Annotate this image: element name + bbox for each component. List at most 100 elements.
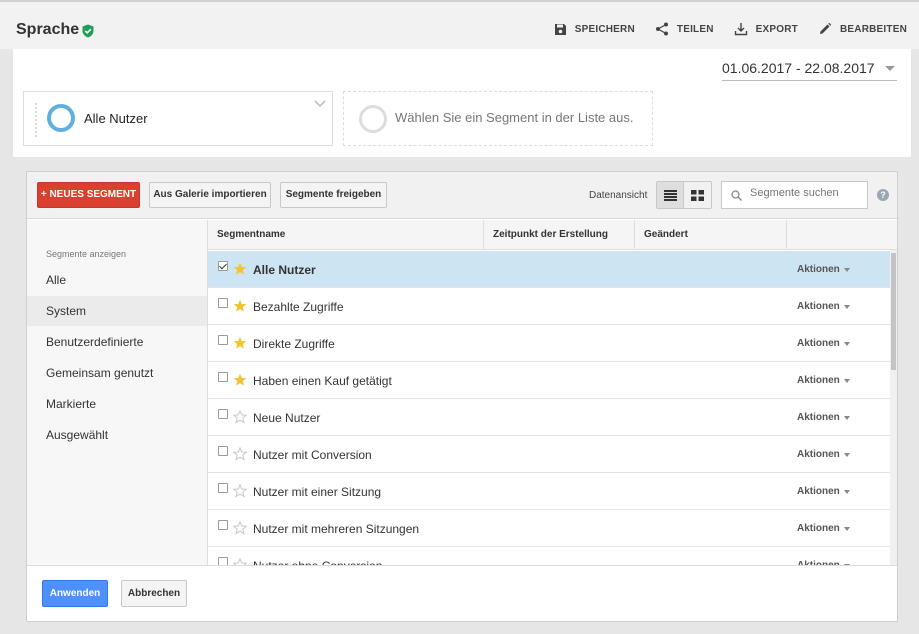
share-segments-button[interactable]: Segmente freigeben [280,182,387,208]
row-actions-menu[interactable]: Aktionen [797,338,840,349]
table-row[interactable]: Nutzer mit mehreren Sitzungen Aktionen [208,510,890,547]
import-gallery-button[interactable]: Aus Galerie importieren [149,182,271,208]
column-header-geaendert[interactable]: Geändert [635,220,787,250]
row-checkbox[interactable] [218,335,228,345]
export-icon [734,23,747,36]
segment-search-input[interactable] [748,186,863,200]
row-checkbox[interactable] [218,298,228,308]
export-label: EXPORT [755,23,798,35]
view-toggle [656,181,712,209]
column-header-erstellung[interactable]: Zeitpunkt der Erstellung [484,220,635,250]
date-range-text: 01.06.2017 - 22.08.2017 [722,60,875,76]
segment-name: Haben einen Kauf getätigt [253,374,392,388]
sidebar-item-system[interactable]: System [27,296,207,326]
date-range-selector[interactable]: 01.06.2017 - 22.08.2017 [722,60,897,81]
table-row[interactable]: Nutzer ohne ConversionAktionen [208,547,890,565]
verified-shield-icon [82,24,94,38]
segment-filter-sidebar: Segmente anzeigen Alle System Benutzerde… [27,220,208,565]
caret-down-icon[interactable] [844,379,850,383]
caret-down-icon[interactable] [844,305,850,309]
caret-down-icon[interactable] [844,453,850,457]
sidebar-item-ausgewaehlt[interactable]: Ausgewählt [27,420,207,450]
new-segment-button[interactable]: + NEUES SEGMENT [37,182,140,208]
row-actions-menu[interactable]: Aktionen [797,486,840,497]
save-button[interactable]: SPEICHERN [554,23,635,36]
row-checkbox[interactable] [218,372,228,382]
row-actions-menu[interactable]: Aktionen [797,375,840,386]
search-icon [731,190,742,201]
table-row[interactable]: Neue Nutzer Aktionen [208,399,890,436]
star-outline-icon[interactable] [233,484,247,498]
table-row[interactable]: Direkte Zugriffe Aktionen [208,325,890,362]
star-outline-icon[interactable] [233,558,247,565]
row-actions-menu[interactable]: Aktionen [797,523,840,534]
export-button[interactable]: EXPORT [734,22,798,36]
star-filled-icon[interactable] [233,373,247,387]
drag-handle-icon[interactable] [34,102,38,138]
caret-down-icon[interactable] [844,490,850,494]
edit-button[interactable]: BEARBEITEN [818,22,907,36]
row-checkbox[interactable] [218,446,228,456]
segment-picker-panel: + NEUES SEGMENT Aus Galerie importieren … [26,171,898,622]
star-outline-icon[interactable] [233,521,247,535]
save-icon [554,23,566,35]
active-segment-card[interactable]: Alle Nutzer [23,91,333,146]
dropdown-arrow-icon [885,66,895,71]
sidebar-heading: Segmente anzeigen [46,249,127,259]
sidebar-item-alle[interactable]: Alle [27,265,207,295]
list-view-button[interactable] [657,182,684,208]
active-segment-label: Alle Nutzer [84,111,148,126]
sidebar-item-gemeinsam-genutzt[interactable]: Gemeinsam genutzt [27,358,207,388]
scrollbar-thumb[interactable] [891,253,896,370]
table-row[interactable]: Nutzer mit Conversion Aktionen [208,436,890,473]
header-actions: SPEICHERN TEILEN EXPORT BEARBEITEN [534,22,907,36]
column-header-segmentname[interactable]: Segmentname [208,220,484,250]
segment-name: Nutzer mit Conversion [253,448,372,462]
chevron-down-icon[interactable] [314,100,326,108]
segment-name: Direkte Zugriffe [253,337,335,351]
edit-icon [819,22,832,34]
row-actions-menu[interactable]: Aktionen [797,449,840,460]
segment-toolbar: + NEUES SEGMENT Aus Galerie importieren … [27,172,897,219]
row-checkbox[interactable] [218,409,228,419]
caret-down-icon[interactable] [844,268,850,272]
star-outline-icon[interactable] [233,447,247,461]
scrollbar[interactable] [890,250,897,565]
apply-button[interactable]: Anwenden [42,580,108,607]
row-checkbox[interactable] [218,483,228,493]
row-actions-menu[interactable]: Aktionen [797,264,840,275]
row-checkbox[interactable] [218,520,228,530]
row-actions-menu[interactable]: Aktionen [797,412,840,423]
caret-down-icon[interactable] [844,527,850,531]
caret-down-icon[interactable] [844,416,850,420]
table-row[interactable]: Nutzer mit einer Sitzung Aktionen [208,473,890,510]
row-checkbox[interactable] [218,557,228,565]
star-filled-icon[interactable] [233,299,247,313]
star-outline-icon[interactable] [233,410,247,424]
star-filled-icon[interactable] [233,262,247,276]
cancel-button[interactable]: Abbrechen [121,580,187,607]
segment-search [721,181,868,209]
grid-view-button[interactable] [684,182,711,208]
edit-label: BEARBEITEN [839,23,907,35]
table-row[interactable]: Bezahlte Zugriffe Aktionen [208,288,890,325]
row-actions-menu[interactable]: Aktionen [797,301,840,312]
sidebar-item-markierte[interactable]: Markierte [27,389,207,419]
caret-down-icon[interactable] [844,342,850,346]
segment-name: Neue Nutzer [253,411,321,425]
list-view-icon [663,189,677,201]
panel-footer: Anwenden Abbrechen [27,565,897,621]
star-filled-icon[interactable] [233,336,247,350]
segment-name: Nutzer mit einer Sitzung [253,485,382,499]
table-row[interactable]: Alle Nutzer Aktionen [208,251,890,288]
table-row[interactable]: Haben einen Kauf getätigt Aktionen [208,362,890,399]
help-icon[interactable]: ? [877,189,889,201]
segment-name: Alle Nutzer [253,263,316,277]
share-button[interactable]: TEILEN [655,22,714,36]
segment-placeholder[interactable]: Wählen Sie ein Segment in der Liste aus. [343,91,653,146]
save-label: SPEICHERN [574,23,635,35]
share-label: TEILEN [676,23,714,35]
sidebar-item-benutzerdefinierte[interactable]: Benutzerdefinierte [27,327,207,357]
segment-table: Segmentname Zeitpunkt der Erstellung Geä… [208,220,897,565]
row-checkbox[interactable] [218,261,228,271]
